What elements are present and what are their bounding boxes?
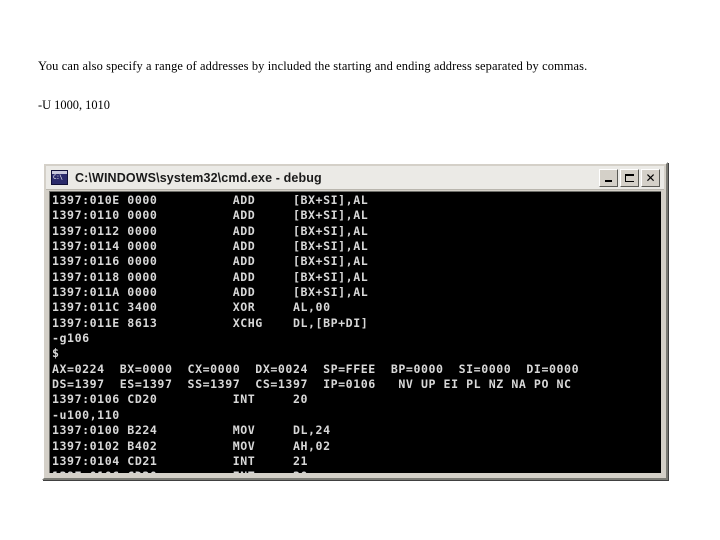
restore-icon [625, 173, 634, 182]
console-line: 1397:0114 0000 ADD [BX+SI],AL [52, 239, 369, 254]
console-line: 1397:0110 0000 ADD [BX+SI],AL [52, 208, 369, 223]
console-line: 1397:0106 CD20 INT 20 [52, 469, 661, 473]
intro-paragraph: You can also specify a range of addresse… [38, 59, 588, 73]
title-bar[interactable]: C:\ C:\WINDOWS\system32\cmd.exe - debug … [46, 166, 664, 190]
minimize-icon [605, 180, 612, 182]
close-icon: ✕ [645, 170, 656, 185]
console-line: 1397:0112 0000 ADD [BX+SI],AL [52, 223, 369, 238]
cmd-console-icon: C:\ [51, 170, 68, 185]
console-line: 1397:0118 0000 ADD [BX+SI],AL [52, 269, 369, 284]
cmd-console-window[interactable]: C:\ C:\WINDOWS\system32\cmd.exe - debug … [42, 162, 668, 480]
cmd-icon-prompt-text: C:\ [53, 174, 63, 181]
window-controls: ✕ [599, 168, 662, 187]
window-title: C:\WINDOWS\system32\cmd.exe - debug [75, 170, 322, 185]
console-line: 1397:011C 3400 XOR AL,00 [52, 300, 331, 315]
close-button[interactable]: ✕ [641, 168, 660, 187]
console-screen[interactable]: 1397:010E 0000 ADD [BX+SI],AL 1397:0110 0… [49, 191, 661, 473]
console-line: 1397:011E 8613 XCHG DL,[BP+DI] [52, 315, 369, 330]
console-line: DS=1397 ES=1397 SS=1397 CS=1397 IP=0106 … [52, 377, 572, 392]
minimize-button[interactable] [599, 168, 618, 187]
document-text-block: You can also specify a range of addresse… [38, 58, 676, 114]
console-line: 1397:0104 CD21 INT 21 [52, 453, 309, 468]
console-line: 1397:0116 0000 ADD [BX+SI],AL [52, 254, 369, 269]
console-line: -u100,110 [52, 407, 120, 422]
restore-button[interactable] [620, 168, 639, 187]
command-example-line: -U 1000, 1010 [38, 98, 110, 112]
console-line: $ [52, 346, 60, 361]
console-output: 1397:010E 0000 ADD [BX+SI],AL 1397:0110 0… [52, 193, 661, 473]
console-line: 1397:010E 0000 ADD [BX+SI],AL [52, 193, 369, 207]
console-line: 1397:0102 B402 MOV AH,02 [52, 438, 331, 453]
console-line: 1397:011A 0000 ADD [BX+SI],AL [52, 285, 369, 300]
console-line: AX=0224 BX=0000 CX=0000 DX=0024 SP=FFEE … [52, 361, 580, 376]
console-line: -g106 [52, 331, 90, 346]
console-line: 1397:0106 CD20 INT 20 [52, 392, 309, 407]
console-line: 1397:0100 B224 MOV DL,24 [52, 423, 331, 438]
